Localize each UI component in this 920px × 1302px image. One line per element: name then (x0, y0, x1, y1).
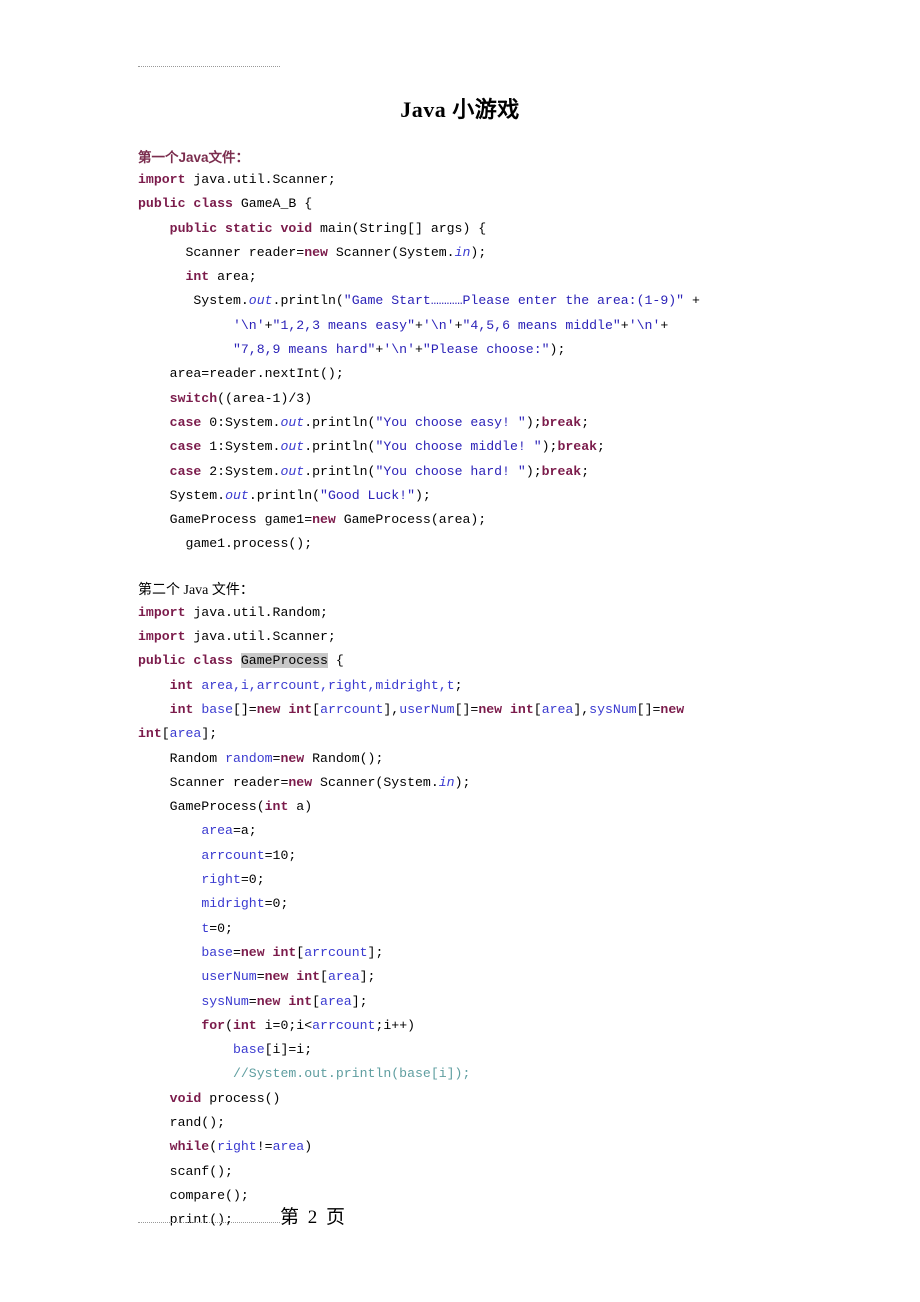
header-rule (138, 66, 280, 67)
code-line: int[area]; (138, 726, 218, 742)
code-line: right=0; (201, 872, 265, 888)
code-line: '\n'+"1,2,3 means easy"+'\n'+"4,5,6 mean… (232, 317, 669, 333)
code-line: while(right!=area) (169, 1139, 313, 1155)
document-page: Java 小游戏 第一个Java文件： import java.util.Sca… (0, 0, 920, 1302)
footer-rule (138, 1222, 280, 1223)
code-line: case 0:System.out.println("You choose ea… (169, 414, 590, 430)
code-line: Scanner reader=new Scanner(System.in); (138, 244, 487, 260)
code-line: arrcount=10; (201, 847, 297, 863)
code-block-first-file: import java.util.Scanner; public class Ga… (138, 168, 782, 557)
code-line: GameProcess(int a) (138, 799, 313, 815)
section-label-second-file: 第二个 Java 文件： (138, 582, 254, 598)
code-line: area=a; (201, 823, 257, 839)
page-footer: 第 2 页 (138, 1202, 782, 1232)
page-number: 第 2 页 (280, 1207, 348, 1228)
code-line: import java.util.Scanner; (138, 172, 336, 187)
code-line: midright=0; (201, 896, 289, 912)
code-line: rand(); (138, 1114, 226, 1130)
code-line: "7,8,9 means hard"+'\n'+"Please choose:"… (232, 342, 566, 358)
code-line: Scanner reader=new Scanner(System.in); (138, 774, 471, 790)
section-label-first-file: 第一个Java文件： (138, 150, 250, 165)
code-line: area=reader.nextInt(); (138, 366, 344, 382)
code-line: GameProcess game1=new GameProcess(area); (138, 512, 487, 528)
code-line: int base[]=new int[arrcount],userNum[]=n… (169, 701, 685, 717)
code-line: base=new int[arrcount]; (201, 944, 384, 960)
code-line: sysNum=new int[area]; (201, 993, 368, 1009)
code-line: int area; (185, 269, 257, 285)
code-line: int area,i,arrcount,right,midright,t; (169, 677, 463, 693)
code-line: base[i]=i; (232, 1042, 313, 1058)
code-line: case 2:System.out.println("You choose ha… (169, 463, 590, 479)
code-line: public static void main(String[] args) { (169, 220, 487, 236)
code-line: t=0; (201, 920, 233, 936)
code-line: case 1:System.out.println("You choose mi… (169, 439, 605, 455)
code-line: scanf(); (138, 1163, 233, 1179)
code-line: void process() (169, 1090, 281, 1106)
code-line: public class GameA_B { (138, 196, 313, 212)
code-line: for(int i=0;i<arrcount;i++) (201, 1017, 416, 1033)
code-line: import java.util.Scanner; (138, 629, 336, 645)
code-line: public class GameProcess { (138, 653, 344, 669)
code-line: Random random=new Random(); (138, 750, 384, 766)
code-line: //System.out.println(base[i]); (232, 1066, 471, 1082)
code-line: userNum=new int[area]; (201, 969, 376, 985)
code-line: import java.util.Random; (138, 604, 328, 620)
code-line: System.out.println("Good Luck!"); (138, 487, 431, 503)
code-block-second-file: import java.util.Random; import java.util… (138, 601, 782, 1233)
page-title: Java 小游戏 (400, 97, 520, 122)
code-line: switch((area-1)/3) (169, 390, 313, 406)
code-line: game1.process(); (138, 536, 313, 552)
code-line: System.out.println("Game Start…………Please… (138, 293, 700, 309)
